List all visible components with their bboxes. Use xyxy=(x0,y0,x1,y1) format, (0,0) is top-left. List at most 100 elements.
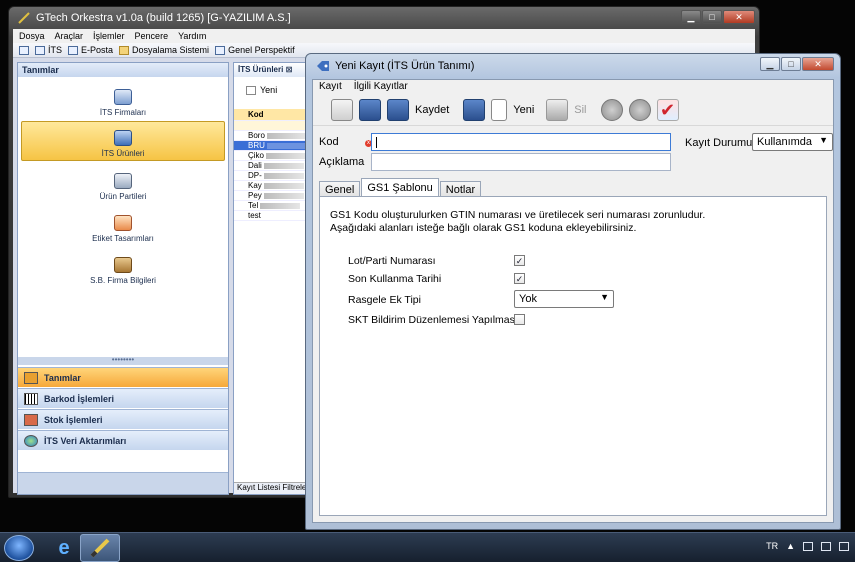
navigation-panel-footer xyxy=(18,472,228,494)
kod-input[interactable] xyxy=(371,133,671,151)
internet-explorer-icon[interactable]: e xyxy=(44,534,84,562)
dialog-minimize-button[interactable]: ▁ xyxy=(760,57,780,71)
menu-yardim[interactable]: Yardım xyxy=(178,29,206,43)
batch-icon xyxy=(114,173,132,189)
save-add-icon[interactable] xyxy=(463,98,486,121)
dialog-window-controls: ▁ □ ✕ xyxy=(760,57,834,71)
menu-ilgili-kayitlar[interactable]: İlgili Kayıtlar xyxy=(354,80,408,94)
tray-expand-icon[interactable]: ▲ xyxy=(786,541,795,551)
dialog-close-button[interactable]: ✕ xyxy=(802,57,834,71)
nav-its-urunleri[interactable]: İTS Ürünleri xyxy=(21,121,225,161)
list-row[interactable]: Dali xyxy=(234,161,310,171)
filing-toolbar-button[interactable]: Dosyalama Sistemi xyxy=(119,45,209,55)
text-caret xyxy=(376,137,377,148)
app-pen-icon xyxy=(17,12,31,24)
its-toolbar-button[interactable]: İTS xyxy=(35,45,62,55)
list-row[interactable]: BRU xyxy=(234,141,310,151)
tab-its-urunleri[interactable]: İTS Ürünleri ⊠ xyxy=(234,63,310,77)
list-row[interactable]: Tel xyxy=(234,201,310,211)
menu-araclar[interactable]: Araçlar xyxy=(55,29,84,43)
main-window-controls: ▁ □ ✕ xyxy=(681,10,755,24)
arrow-down-icon[interactable] xyxy=(628,98,651,121)
dialog-tabs: Genel GS1 Şablonu Notlar xyxy=(319,178,482,197)
perspective-toolbar-button[interactable]: Genel Perspektif xyxy=(215,45,295,55)
maximize-button[interactable]: □ xyxy=(702,10,722,24)
product-list-panel: İTS Ürünleri ⊠ Yeni Kod Boro BRU Çiko Da… xyxy=(233,62,311,495)
list-new-button[interactable]: Yeni xyxy=(260,85,277,95)
volume-icon[interactable] xyxy=(839,541,849,551)
filter-row[interactable] xyxy=(234,121,310,131)
label-design-icon xyxy=(114,215,132,231)
column-header-kod[interactable]: Kod xyxy=(234,109,310,121)
dialog-maximize-button[interactable]: □ xyxy=(781,57,801,71)
group-its-veri-aktarimlari[interactable]: İTS Veri Aktarımları xyxy=(18,430,228,450)
minimize-button[interactable]: ▁ xyxy=(681,10,701,24)
definitions-icon xyxy=(24,371,38,384)
network-icon[interactable] xyxy=(821,541,831,551)
grid-icon[interactable] xyxy=(19,45,29,55)
nav-its-firmalari[interactable]: İTS Firmaları xyxy=(21,79,225,119)
product-icon xyxy=(114,130,132,146)
lot-checkbox[interactable]: ✓ xyxy=(514,255,525,266)
pointer-add-icon[interactable] xyxy=(331,98,353,121)
aciklama-label: Açıklama xyxy=(319,156,365,168)
tab-gs1-sablonu[interactable]: GS1 Şablonu xyxy=(361,178,439,197)
new-button[interactable]: Yeni xyxy=(513,104,534,116)
email-toolbar-button[interactable]: E-Posta xyxy=(68,45,113,55)
approve-check-icon[interactable] xyxy=(656,98,679,121)
menu-islemler[interactable]: İşlemler xyxy=(93,29,125,43)
nav-etiket-tasarimlari[interactable]: Etiket Tasarımları xyxy=(21,205,225,245)
dialog-menubar: Kayıt İlgili Kayıtlar xyxy=(313,80,833,94)
new-document-icon[interactable] xyxy=(491,98,508,121)
group-tanimlar[interactable]: Tanımlar xyxy=(18,367,228,387)
list-row[interactable]: Kay xyxy=(234,181,310,191)
gs1-template-pane: GS1 Kodu oluşturulurken GTIN numarası ve… xyxy=(319,196,827,516)
barcode-icon xyxy=(24,392,38,405)
list-toolbar: Yeni xyxy=(234,77,310,103)
group-barkod-islemleri[interactable]: Barkod İşlemleri xyxy=(18,388,228,408)
delete-icon xyxy=(546,98,569,121)
navigation-panel-header: Tanımlar xyxy=(18,63,228,77)
tab-notlar[interactable]: Notlar xyxy=(439,181,482,197)
list-row[interactable]: DP- xyxy=(234,171,310,181)
random-type-select[interactable]: Yok ▼ xyxy=(514,290,614,308)
nav-urun-partileri[interactable]: Ürün Partileri xyxy=(21,163,225,203)
close-button[interactable]: ✕ xyxy=(723,10,755,24)
aciklama-input[interactable] xyxy=(371,153,671,171)
group-stok-islemleri[interactable]: Stok İşlemleri xyxy=(18,409,228,429)
chevron-down-icon: ▼ xyxy=(819,135,828,145)
tab-genel[interactable]: Genel xyxy=(319,181,361,197)
menu-kayit[interactable]: Kayıt xyxy=(319,80,342,94)
tab-kayit-listesi[interactable]: Kayıt Listesi xyxy=(237,483,280,492)
list-row[interactable]: test xyxy=(234,211,310,221)
list-row[interactable]: Pey xyxy=(234,191,310,201)
flag-icon[interactable] xyxy=(803,541,813,551)
save-new-icon[interactable] xyxy=(359,98,381,121)
menu-dosya[interactable]: Dosya xyxy=(19,29,45,43)
skt-checkbox[interactable]: ✓ xyxy=(514,273,525,284)
kayit-durumu-select[interactable]: Kullanımda ▼ xyxy=(752,133,833,151)
pen-icon xyxy=(90,538,110,558)
kod-label: Kod xyxy=(319,136,339,148)
list-row[interactable]: Boro xyxy=(234,131,310,141)
list-row[interactable]: Çiko xyxy=(234,151,310,161)
random-type-label: Rasgele Ek Tipi xyxy=(348,294,421,306)
orkestra-taskbar-button[interactable] xyxy=(80,534,120,562)
nav-sb-firma-bilgileri[interactable]: S.B. Firma Bilgileri xyxy=(21,247,225,287)
company-icon xyxy=(114,89,132,105)
language-indicator[interactable]: TR xyxy=(766,541,778,551)
save-button[interactable]: Kaydet xyxy=(415,104,449,116)
menu-pencere[interactable]: Pencere xyxy=(135,29,169,43)
gs1-info-text: GS1 Kodu oluşturulurken GTIN numarası ve… xyxy=(330,209,706,234)
skt-notify-checkbox[interactable] xyxy=(514,314,525,325)
navigation-panel: Tanımlar İTS Firmaları İTS Ürünleri Ürün… xyxy=(17,62,229,495)
skt-notify-label: SKT Bildirim Düzenlemesi Yapılmasın xyxy=(348,314,524,326)
save-icon[interactable] xyxy=(387,98,409,121)
chevron-down-icon: ▼ xyxy=(600,292,609,302)
check-icon: ✓ xyxy=(515,256,524,266)
tab-close-icon[interactable]: ⊠ xyxy=(286,65,293,74)
start-button[interactable] xyxy=(4,535,34,561)
email-icon xyxy=(68,45,79,55)
panel-splitter-grip[interactable]: •••••••• xyxy=(18,356,228,365)
arrow-up-icon[interactable] xyxy=(600,98,623,121)
